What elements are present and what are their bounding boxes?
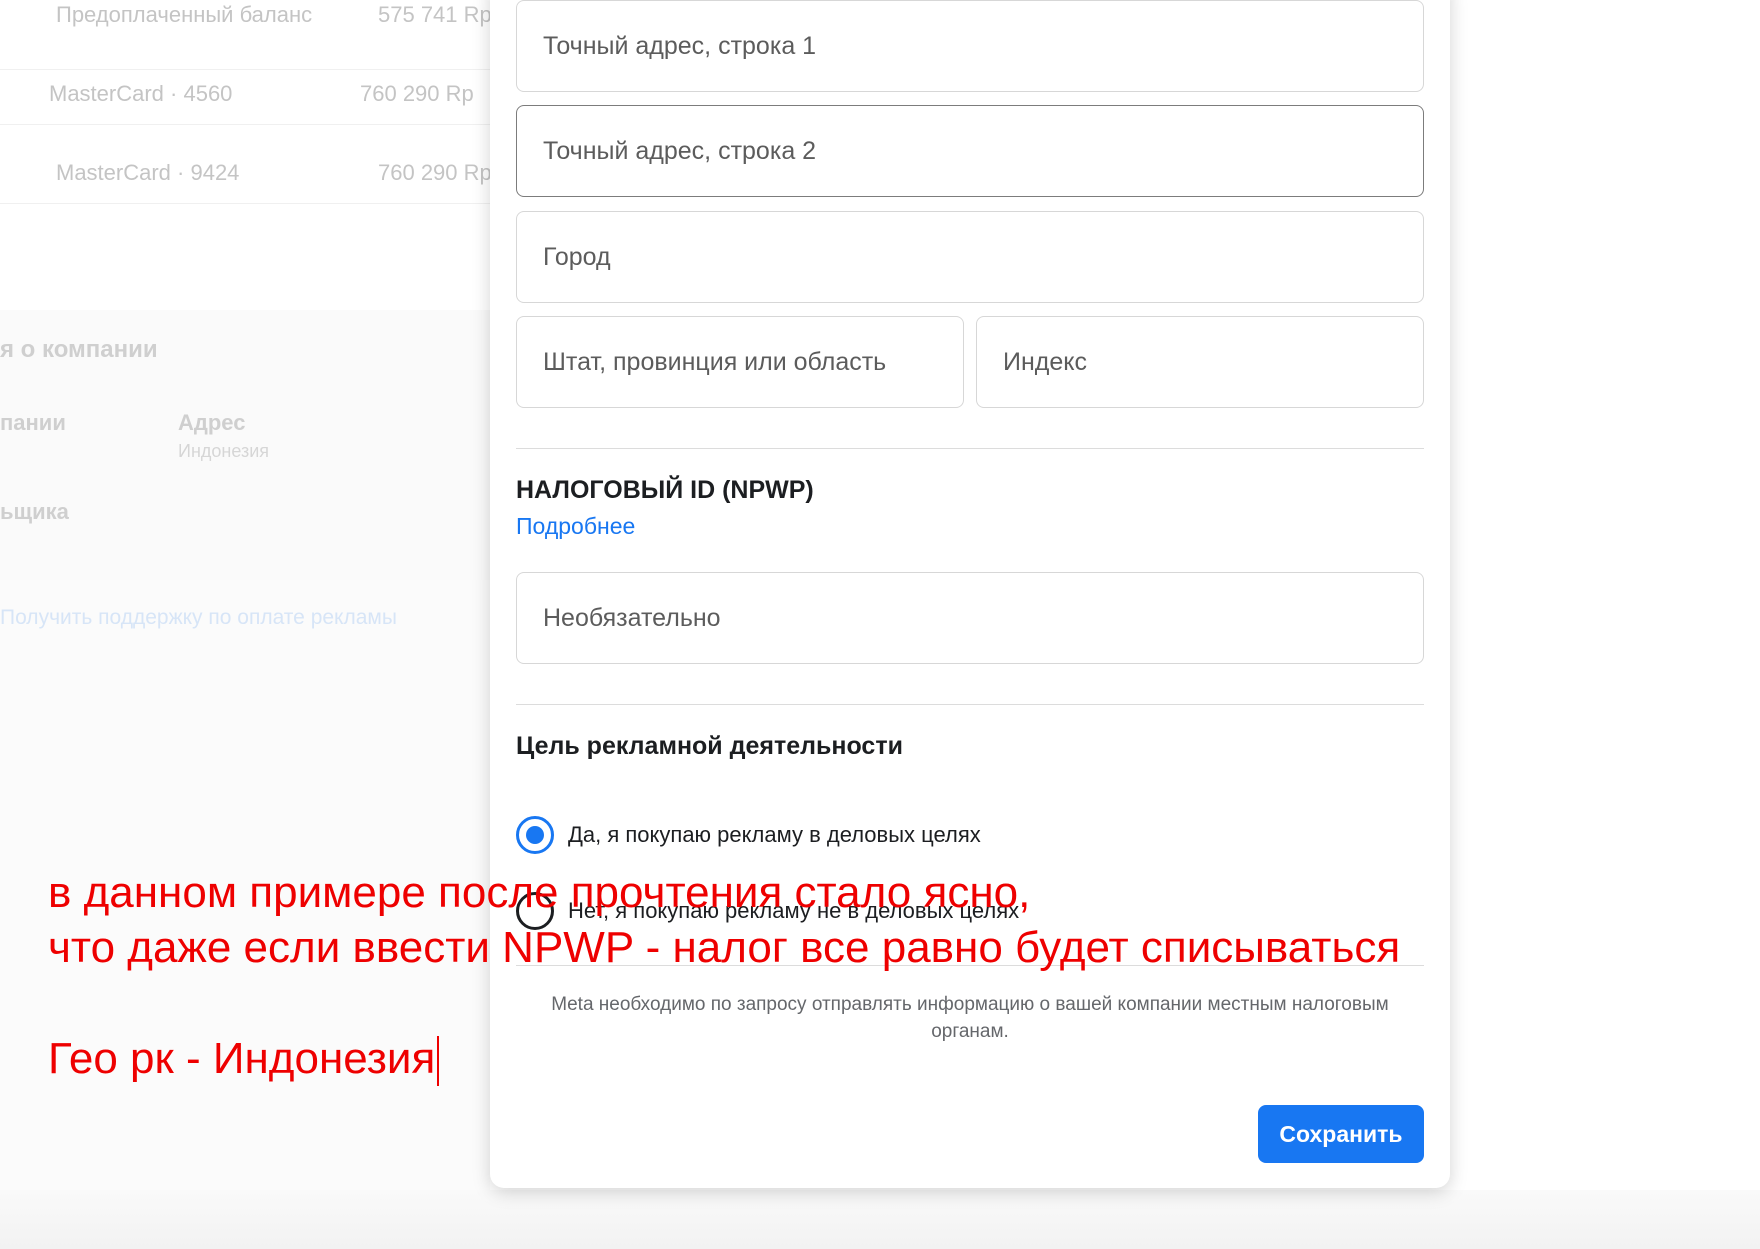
taxpayer-label: ьщика [0, 499, 69, 524]
purpose-option-label: Да, я покупаю рекламу в деловых целях [568, 822, 981, 847]
state-field[interactable] [516, 316, 964, 408]
address-line1-input[interactable] [517, 1, 1423, 91]
payment-method-amount: 760 290 Rp [378, 160, 492, 185]
bottom-strip [0, 1190, 1760, 1249]
payment-method-name: MasterCard · 9424 [56, 160, 240, 185]
company-name-label: пании [0, 410, 66, 435]
company-info-heading: я о компании [0, 336, 158, 363]
table-row: MasterCard · 4560 760 290 Rp [0, 47, 490, 125]
learn-more-link[interactable]: Подробнее [516, 513, 635, 540]
company-info-section: я о компании пании Адрес Индонезия ьщика [0, 310, 490, 580]
purpose-option-business[interactable]: Да, я покупаю рекламу в деловых целях [516, 815, 981, 855]
city-input[interactable] [517, 212, 1423, 302]
address-label: Адрес [178, 410, 246, 435]
address-line1-field[interactable] [516, 0, 1424, 92]
text-cursor [437, 1036, 440, 1087]
state-input[interactable] [517, 317, 963, 407]
address-value: Индонезия [178, 441, 270, 461]
tax-info-modal: НАЛОГОВЫЙ ID (NPWP) Подробнее Цель рекла… [490, 0, 1450, 1188]
payment-method-amount: 760 290 Rp [360, 81, 474, 106]
tax-id-field[interactable] [516, 572, 1424, 664]
tax-disclaimer-text: Meta необходимо по запросу отправлять ин… [551, 994, 1389, 1042]
address-line2-input[interactable] [517, 106, 1423, 196]
payment-method-amount: 575 741 Rp [378, 2, 492, 27]
ad-purpose-title: Цель рекламной деятельности [516, 732, 903, 760]
table-row: MasterCard · 9424 760 290 Rp [0, 126, 492, 204]
zip-input[interactable] [977, 317, 1423, 407]
payment-method-name: Предоплаченный баланс [56, 2, 313, 27]
city-field[interactable] [516, 211, 1424, 303]
annotation-line-2: что даже если ввести NPWP - налог все ра… [48, 923, 1401, 972]
divider [516, 448, 1424, 449]
radio-button-checked[interactable] [516, 816, 554, 854]
annotation-line-1: в данном примере после прочтения стало я… [48, 868, 1031, 917]
zip-field[interactable] [976, 316, 1424, 408]
divider [516, 704, 1424, 705]
payment-method-name: MasterCard · 4560 [49, 81, 233, 106]
save-button[interactable]: Сохранить [1258, 1105, 1424, 1163]
annotation-geo-text: Гео рк - Индонезия [48, 1034, 436, 1083]
address-line2-field[interactable] [516, 105, 1424, 197]
support-link[interactable]: Получить поддержку по оплате рекламы [0, 606, 397, 630]
tax-id-title: НАЛОГОВЫЙ ID (NPWP) [516, 476, 814, 504]
annotation-line-3: Гео рк - Индонезия [48, 1031, 440, 1087]
tax-id-input[interactable] [517, 573, 1423, 663]
